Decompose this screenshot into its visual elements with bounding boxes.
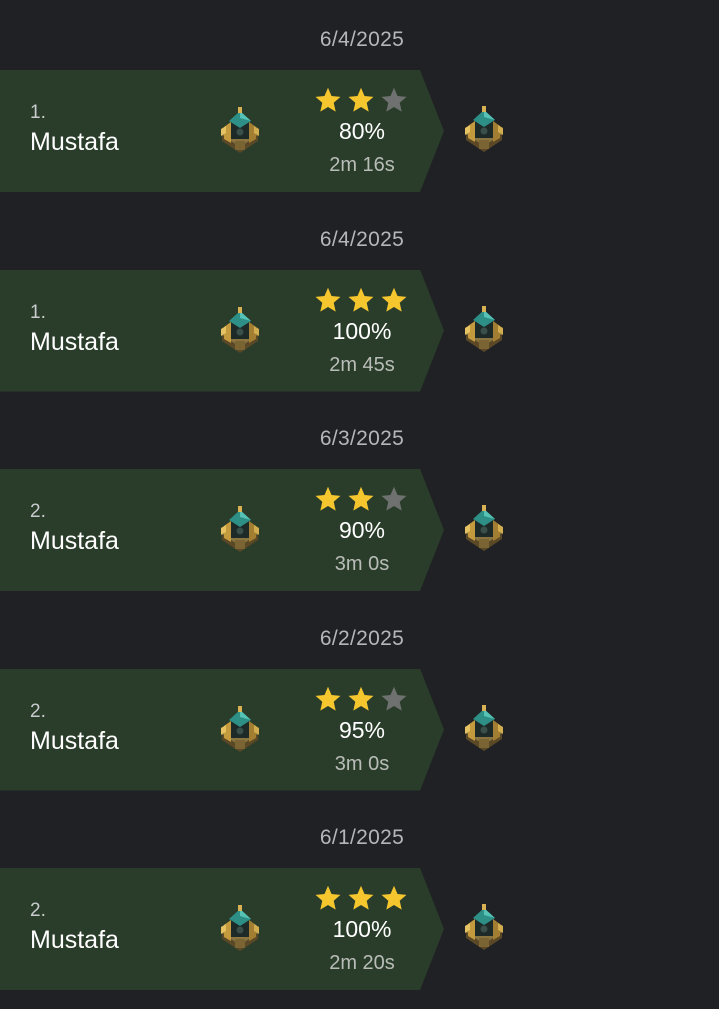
attack-duration: 3m 0s xyxy=(334,553,390,575)
star-filled-icon xyxy=(347,286,375,314)
star-filled-icon xyxy=(314,884,342,912)
star-filled-icon xyxy=(347,884,375,912)
star-rating xyxy=(314,86,410,114)
town-hall-icon xyxy=(218,506,262,554)
star-rating xyxy=(314,685,410,713)
destruction-percent: 95% xyxy=(338,716,386,743)
town-hall-icon xyxy=(462,106,506,154)
star-filled-icon xyxy=(380,884,408,912)
entry-date: 6/3/2025 xyxy=(319,427,405,450)
star-filled-icon xyxy=(314,485,342,513)
battle-banner[interactable]: 2. Mustafa 100% 2m 20s xyxy=(0,868,444,990)
player-rank: 2. xyxy=(30,700,46,722)
attack-duration: 2m 16s xyxy=(329,154,395,176)
battle-banner[interactable]: 2. Mustafa 95% 3m 0s xyxy=(0,668,444,791)
star-filled-icon xyxy=(314,86,342,114)
star-filled-icon xyxy=(347,685,375,713)
star-empty-icon xyxy=(380,685,408,713)
town-hall-icon xyxy=(218,905,262,953)
star-rating xyxy=(314,286,410,314)
battle-banner[interactable]: 1. Mustafa 100% 2m 45s xyxy=(0,269,444,392)
destruction-percent: 90% xyxy=(338,517,386,543)
star-filled-icon xyxy=(347,485,375,513)
town-hall-icon xyxy=(218,706,262,754)
battle-entry: 6/4/2025 1. Mustafa 100% 2m 45s xyxy=(0,200,719,399)
entry-date: 6/4/2025 xyxy=(319,227,405,251)
player-rank: 1. xyxy=(30,301,46,323)
entry-date: 6/2/2025 xyxy=(319,626,405,650)
star-filled-icon xyxy=(347,86,375,114)
star-filled-icon xyxy=(380,286,408,314)
town-hall-icon xyxy=(462,505,506,553)
player-name: Mustafa xyxy=(30,128,119,156)
town-hall-icon xyxy=(218,307,262,355)
destruction-percent: 100% xyxy=(332,916,392,942)
destruction-percent: 80% xyxy=(338,118,386,144)
star-empty-icon xyxy=(380,485,408,513)
battle-entry: 6/1/2025 2. Mustafa 100% 2m 20s xyxy=(0,798,719,997)
player-name: Mustafa xyxy=(30,527,119,555)
player-rank: 2. xyxy=(30,900,46,921)
destruction-percent: 100% xyxy=(332,317,392,344)
star-rating xyxy=(314,485,410,513)
player-rank: 2. xyxy=(30,501,46,522)
battle-entry: 6/3/2025 2. Mustafa 90% 3m 0s xyxy=(0,399,719,598)
battle-banner[interactable]: 2. Mustafa 90% 3m 0s xyxy=(0,469,444,591)
star-rating xyxy=(314,884,410,912)
entry-date: 6/1/2025 xyxy=(319,826,405,849)
player-name: Mustafa xyxy=(30,926,119,954)
entry-date: 6/4/2025 xyxy=(319,28,405,51)
town-hall-icon xyxy=(462,904,506,952)
attack-duration: 3m 0s xyxy=(334,752,390,775)
attack-duration: 2m 20s xyxy=(329,952,395,974)
town-hall-icon xyxy=(462,306,506,354)
player-name: Mustafa xyxy=(30,327,119,356)
battle-entry: 6/4/2025 1. Mustafa 80% 2m 16s xyxy=(0,0,719,199)
star-empty-icon xyxy=(380,86,408,114)
battle-banner[interactable]: 1. Mustafa 80% 2m 16s xyxy=(0,70,444,192)
star-filled-icon xyxy=(314,685,342,713)
town-hall-icon xyxy=(462,705,506,753)
attack-duration: 2m 45s xyxy=(329,353,395,376)
battle-entry: 6/2/2025 2. Mustafa 95% 3m 0s xyxy=(0,599,719,798)
battle-log-list: 6/4/2025 1. Mustafa 80% 2m 16s 6/4/2025 1. Must… xyxy=(0,0,719,1009)
town-hall-icon xyxy=(218,107,262,155)
player-name: Mustafa xyxy=(30,726,119,755)
player-rank: 1. xyxy=(30,102,46,123)
star-filled-icon xyxy=(314,286,342,314)
